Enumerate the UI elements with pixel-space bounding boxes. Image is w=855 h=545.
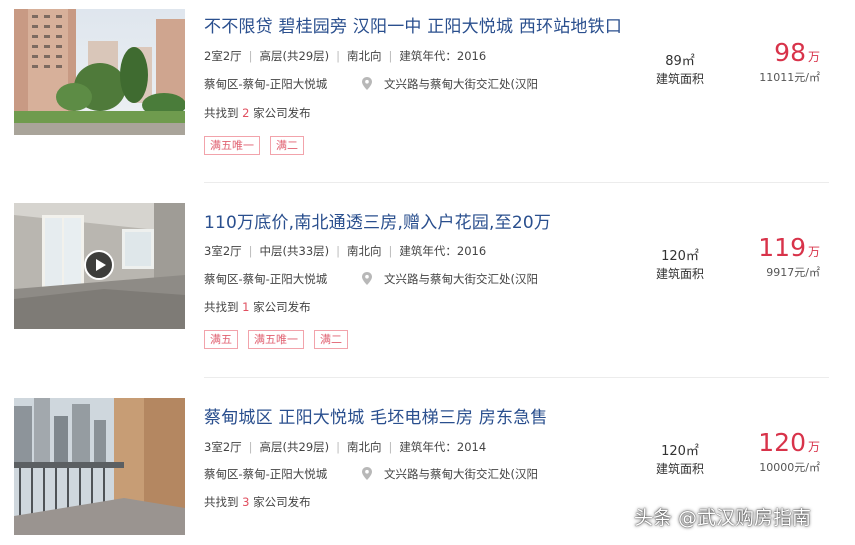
listing-card[interactable]: 不不限贷 碧桂园旁 汉阳一中 正阳大悦城 西环站地铁口 2室2厅 | 高层(共29层… (0, 0, 855, 180)
listing-attributes: 3室2厅 | 中层(共33层) | 南北向 | 建筑年代：2016 (204, 243, 486, 259)
price-block: 120 万 10000元/㎡ (735, 428, 820, 475)
publisher-count[interactable]: 2 (242, 106, 249, 120)
unit-price: 11011元/㎡ (759, 71, 820, 84)
tag-list: 满五 满五唯一 满二 (204, 330, 348, 349)
build-year: 建筑年代：2014 (399, 440, 487, 454)
divider (204, 182, 829, 183)
map-pin-icon (362, 77, 372, 90)
publisher-count[interactable]: 3 (242, 495, 249, 509)
address: 文兴路与蔡甸大街交汇处(汉阳 (384, 467, 538, 481)
tag-list: 满五唯一 满二 (204, 136, 304, 155)
publisher-info: 共找到 2 家公司发布 (204, 105, 311, 121)
divider (204, 377, 829, 378)
publisher-prefix: 共找到 (204, 106, 239, 120)
address: 文兴路与蔡甸大街交汇处(汉阳 (384, 272, 538, 286)
total-price: 120 (758, 428, 806, 457)
area-label: 建筑面积 (655, 267, 704, 281)
separator: | (388, 49, 393, 63)
area-value: 120㎡ (661, 249, 699, 264)
price-unit: 万 (807, 50, 820, 64)
area-block: 120㎡ 建筑面积 (640, 440, 720, 477)
area-label: 建筑面积 (655, 462, 704, 476)
price-block: 98 万 11011元/㎡ (735, 38, 820, 85)
tag: 满二 (314, 330, 348, 349)
unit-price: 9917元/㎡ (766, 266, 820, 279)
listing-thumbnail[interactable] (14, 398, 185, 535)
listing-title[interactable]: 不不限贷 碧桂园旁 汉阳一中 正阳大悦城 西环站地铁口 (204, 12, 622, 37)
area-value: 89㎡ (665, 54, 695, 69)
orientation: 南北向 (347, 440, 382, 454)
area-label: 建筑面积 (655, 72, 704, 86)
layout: 3室2厅 (204, 440, 242, 454)
listing-location: 蔡甸区-蔡甸-正阳大悦城 文兴路与蔡甸大街交汇处(汉阳 (204, 466, 538, 482)
price-unit: 万 (807, 245, 820, 259)
area-block: 89㎡ 建筑面积 (640, 50, 720, 87)
tag: 满五 (204, 330, 238, 349)
district-link[interactable]: 蔡甸区-蔡甸-正阳大悦城 (204, 467, 327, 481)
orientation: 南北向 (347, 49, 382, 63)
listing-title[interactable]: 蔡甸城区 正阳大悦城 毛坯电梯三房 房东急售 (204, 403, 548, 428)
watermark: 头条 @武汉购房指南 (634, 507, 812, 529)
publisher-count[interactable]: 1 (242, 300, 249, 314)
district-link[interactable]: 蔡甸区-蔡甸-正阳大悦城 (204, 272, 327, 286)
orientation: 南北向 (347, 244, 382, 258)
publisher-info: 共找到 1 家公司发布 (204, 299, 311, 315)
separator: | (336, 49, 340, 63)
separator: | (248, 49, 253, 63)
layout: 2室2厅 (204, 49, 242, 63)
map-pin-icon (362, 272, 372, 285)
listing-thumbnail[interactable] (14, 203, 185, 329)
price-block: 119 万 9917元/㎡ (735, 233, 820, 280)
listing-card[interactable]: 110万底价,南北通透三房,赠入户花园,至20万 3室2厅 | 中层(共33层) | 南… (0, 195, 855, 375)
area-value: 120㎡ (661, 444, 699, 459)
publisher-info: 共找到 3 家公司发布 (204, 494, 311, 510)
floor: 高层(共29层) (259, 440, 330, 454)
separator: | (388, 244, 393, 258)
floor: 高层(共29层) (259, 49, 330, 63)
area-block: 120㎡ 建筑面积 (640, 245, 720, 282)
separator: | (388, 440, 393, 454)
separator: | (336, 244, 340, 258)
unit-price: 10000元/㎡ (759, 461, 820, 474)
total-price: 98 (774, 38, 806, 67)
price-unit: 万 (807, 440, 820, 454)
publisher-prefix: 共找到 (204, 495, 239, 509)
map-pin-icon (362, 467, 372, 480)
play-icon[interactable] (84, 250, 114, 280)
build-year: 建筑年代：2016 (399, 244, 487, 258)
listing-title[interactable]: 110万底价,南北通透三房,赠入户花园,至20万 (204, 208, 551, 233)
total-price: 119 (758, 233, 806, 262)
tag: 满二 (270, 136, 304, 155)
build-year: 建筑年代：2016 (399, 49, 487, 63)
address: 文兴路与蔡甸大街交汇处(汉阳 (384, 77, 538, 91)
listing-attributes: 3室2厅 | 高层(共29层) | 南北向 | 建筑年代：2014 (204, 439, 486, 455)
tag: 满五唯一 (204, 136, 260, 155)
publisher-prefix: 共找到 (204, 300, 239, 314)
separator: | (248, 440, 253, 454)
building-photo (14, 9, 185, 135)
listing-location: 蔡甸区-蔡甸-正阳大悦城 文兴路与蔡甸大街交汇处(汉阳 (204, 76, 538, 92)
publisher-suffix: 家公司发布 (253, 300, 311, 314)
balcony-photo (14, 398, 185, 535)
separator: | (248, 244, 253, 258)
listing-location: 蔡甸区-蔡甸-正阳大悦城 文兴路与蔡甸大街交汇处(汉阳 (204, 271, 538, 287)
tag: 满五唯一 (248, 330, 304, 349)
district-link[interactable]: 蔡甸区-蔡甸-正阳大悦城 (204, 77, 327, 91)
floor: 中层(共33层) (259, 244, 330, 258)
separator: | (336, 440, 340, 454)
listing-attributes: 2室2厅 | 高层(共29层) | 南北向 | 建筑年代：2016 (204, 48, 486, 64)
layout: 3室2厅 (204, 244, 242, 258)
publisher-suffix: 家公司发布 (253, 495, 311, 509)
publisher-suffix: 家公司发布 (253, 106, 311, 120)
listing-thumbnail[interactable] (14, 9, 185, 135)
